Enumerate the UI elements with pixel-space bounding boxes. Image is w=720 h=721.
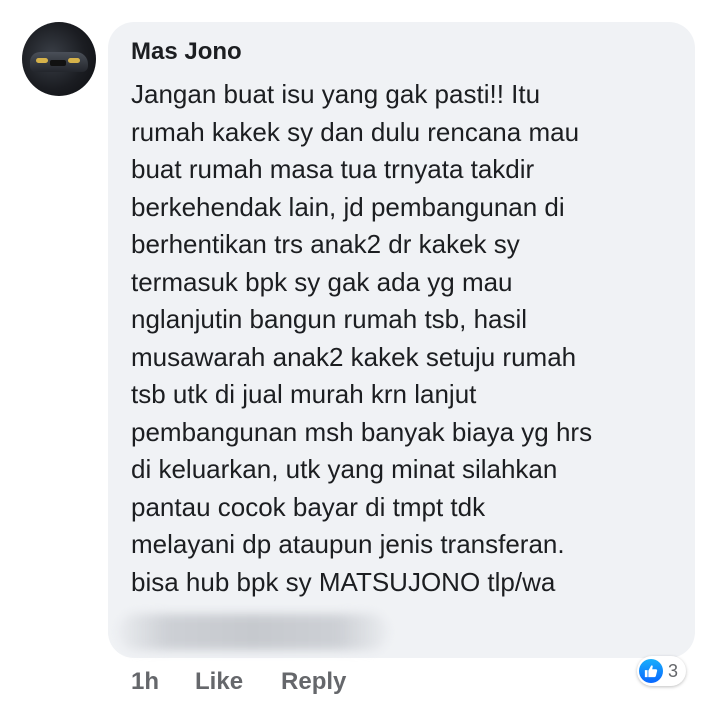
- comment-text: Jangan buat isu yang gak pasti!! Itu rum…: [131, 76, 686, 601]
- comment-line: rumah kakek sy dan dulu rencana mau: [131, 116, 580, 147]
- thumbs-up-icon: [639, 659, 663, 683]
- comment-line: buat rumah masa tua trnyata takdir: [131, 154, 535, 184]
- reaction-count: 3: [668, 660, 679, 681]
- comment-line: pantau cocok bayar di tmpt tdk: [131, 491, 486, 522]
- reply-button[interactable]: Reply: [281, 668, 346, 696]
- comment-line: pembangunan msh banyak biaya yg hrs: [131, 416, 593, 447]
- avatar[interactable]: [22, 22, 96, 96]
- comment-line: tsb utk di jual murah krn lanjut: [131, 379, 477, 409]
- comment-line: berhentikan trs anak2 dr kakek sy: [131, 229, 520, 259]
- comment-actions: 1h Like Reply: [131, 668, 346, 696]
- avatar-headlight-left: [36, 58, 48, 63]
- comment-line: Jangan buat isu yang gak pasti!! Itu: [131, 79, 541, 109]
- comment-line: termasuk bpk sy gak ada yg mau: [131, 266, 513, 297]
- reaction-summary[interactable]: 3: [637, 656, 687, 686]
- like-button[interactable]: Like: [195, 668, 243, 696]
- avatar-grill: [50, 60, 66, 66]
- comment-line: di keluarkan, utk yang minat silahkan: [131, 454, 558, 484]
- comment-line: nglanjutin bangun rumah tsb, hasil: [131, 304, 528, 334]
- redacted-phone-number: [118, 614, 388, 650]
- avatar-headlight-right: [68, 58, 80, 63]
- comment-line: musawarah anak2 kakek setuju rumah: [131, 341, 577, 372]
- comment-author[interactable]: Mas Jono: [131, 38, 242, 66]
- comment-line: melayani dp ataupun jenis transferan.: [131, 529, 565, 559]
- comment-line: bisa hub bpk sy MATSUJONO tlp/wa: [131, 566, 556, 597]
- comment-line: berkehendak lain, jd pembangunan di: [131, 191, 565, 222]
- comment-timestamp[interactable]: 1h: [131, 668, 159, 696]
